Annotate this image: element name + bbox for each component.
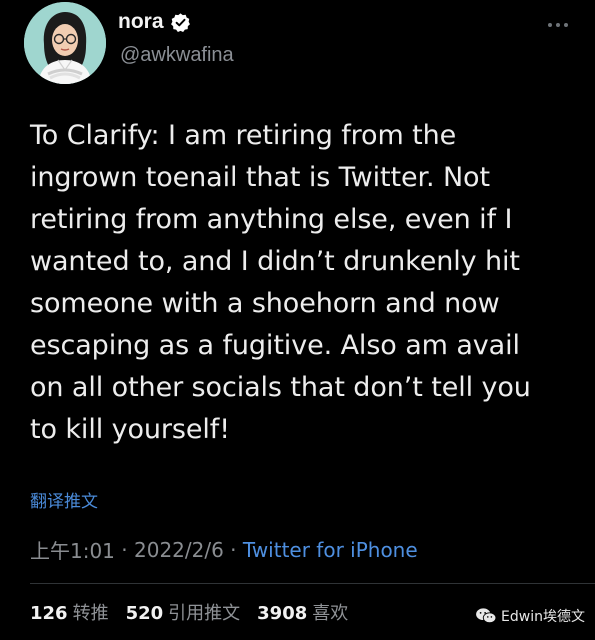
author-name-row[interactable]: nora — [118, 10, 191, 34]
quotes-count[interactable]: 520 — [126, 603, 164, 624]
retweets-count[interactable]: 126 — [30, 603, 68, 624]
watermark: Edwin埃德文 — [475, 606, 585, 626]
more-dots — [548, 23, 568, 27]
likes-count[interactable]: 3908 — [257, 603, 307, 624]
watermark-text: Edwin埃德文 — [501, 609, 585, 625]
meta-separator: · — [223, 537, 243, 562]
more-options-icon[interactable] — [547, 14, 569, 32]
tweet-source-link[interactable]: Twitter for iPhone — [243, 538, 418, 562]
meta-separator: · — [114, 537, 134, 562]
avatar-illustration — [24, 2, 106, 84]
author-name[interactable]: nora — [118, 10, 164, 34]
tweet-time[interactable]: 上午1:01 — [30, 535, 115, 564]
tweet-stats: 126 转推 520 引用推文 3908 喜欢 — [30, 599, 365, 625]
tweet-text: To Clarify: I am retiring from the ingro… — [30, 120, 531, 445]
quotes-label[interactable]: 引用推文 — [168, 599, 240, 625]
avatar[interactable] — [24, 2, 106, 84]
verified-badge-icon — [170, 12, 190, 32]
likes-label[interactable]: 喜欢 — [312, 599, 348, 625]
wechat-icon — [476, 608, 497, 624]
retweets-label[interactable]: 转推 — [73, 599, 109, 625]
author-handle[interactable]: @awkwafina — [120, 44, 234, 67]
tweet-date[interactable]: 2022/2/6 — [134, 538, 224, 562]
tweet-card: nora @awkwafina To Clarify: I am retirin… — [0, 0, 595, 640]
translate-tweet-link[interactable]: 翻译推文 — [30, 487, 98, 512]
divider — [30, 583, 595, 584]
tweet-meta: 上午1:01 · 2022/2/6 · Twitter for iPhone — [30, 535, 418, 564]
